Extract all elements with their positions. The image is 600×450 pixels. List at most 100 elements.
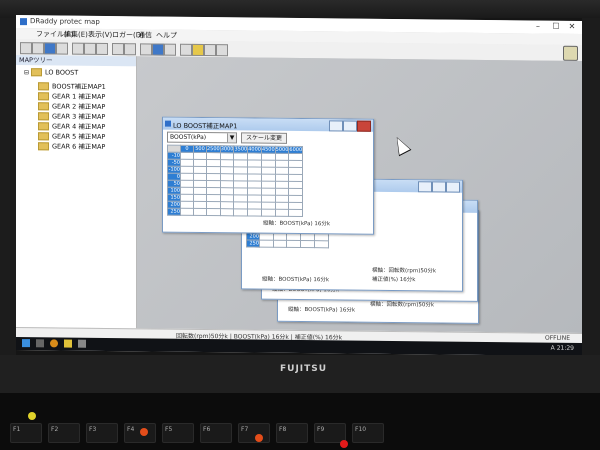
map-tree-header: MAPツリー (16, 55, 136, 67)
app-icon (20, 18, 27, 26)
keyboard-led (340, 440, 348, 448)
laptop-bezel-right (582, 18, 600, 358)
map-cell[interactable] (259, 240, 274, 248)
menu-view[interactable]: 表示(V) (88, 30, 112, 40)
map-cell[interactable] (220, 208, 234, 216)
copy-icon[interactable] (84, 42, 96, 55)
laptop-bezel-left (0, 18, 16, 358)
tree-item-gear1[interactable]: GEAR 1 補正MAP (38, 90, 105, 101)
mdi-workspace: 縦軸：BOOST(kPa) 16分k 横軸：回転数(rpm)50分k 縦軸：BO… (137, 56, 582, 333)
new-icon[interactable] (20, 42, 32, 55)
keyboard-led (255, 434, 263, 442)
key-f1[interactable]: F1 (10, 423, 42, 443)
menu-comm[interactable]: 通信 (138, 30, 152, 40)
axis-label-y: 縦軸：BOOST(kPa) 16分k (262, 276, 330, 284)
key-f5[interactable]: F5 (162, 423, 194, 443)
map-cell[interactable] (261, 209, 276, 217)
system-tray[interactable]: A 21:29 (551, 345, 574, 352)
explorer-icon[interactable] (64, 339, 72, 348)
map-cell[interactable] (206, 208, 221, 216)
laptop-brand: FUJITSU (280, 364, 328, 374)
graph-icon[interactable] (204, 44, 216, 57)
tree-item-gear6[interactable]: GEAR 6 補正MAP (38, 140, 105, 151)
map-cell[interactable] (286, 240, 301, 248)
table-row: 250 (167, 208, 303, 217)
user-avatar-icon[interactable] (563, 45, 578, 61)
column-header: 6000 (288, 146, 303, 154)
close-button[interactable] (446, 181, 460, 193)
tree-item-gear3[interactable]: GEAR 3 補正MAP (38, 110, 105, 121)
table-icon[interactable] (180, 43, 192, 56)
screen: DRaddy protec map – ☐ ✕ ファイル(F) 編集(E) 表示… (16, 15, 582, 356)
axis-label-y: 縦軸：BOOST(kPa) 16分k (263, 220, 331, 228)
axis-select[interactable]: BOOST(kPa) ▼ (167, 131, 237, 144)
row-header: 250 (246, 239, 260, 248)
cut-icon[interactable] (72, 42, 84, 55)
folder-icon (38, 92, 49, 101)
maximize-button[interactable] (432, 181, 446, 193)
minimize-button[interactable] (418, 181, 432, 193)
tree-item-boost-map1[interactable]: BOOST補正MAP1 (38, 80, 106, 91)
chevron-down-icon[interactable]: ▼ (227, 133, 236, 143)
settings-icon[interactable] (216, 44, 228, 57)
taskview-icon[interactable] (36, 339, 44, 348)
menu-help[interactable]: ヘルプ (156, 31, 177, 41)
print-icon[interactable] (56, 42, 68, 55)
input-language[interactable]: A (551, 345, 555, 352)
map-cell[interactable] (288, 209, 303, 217)
map-cell[interactable] (247, 208, 262, 217)
tree-root-label: LO BOOST (44, 68, 79, 77)
tree-item-gear4[interactable]: GEAR 4 補正MAP (38, 120, 105, 131)
tree-root[interactable]: ⊟ LO BOOST (24, 68, 78, 77)
maximize-button[interactable]: ☐ (548, 22, 564, 32)
map-cell[interactable] (275, 209, 289, 217)
undo-icon[interactable] (112, 43, 124, 56)
start-icon[interactable] (22, 339, 30, 348)
tree-item-label: GEAR 6 補正MAP (52, 142, 106, 151)
folder-icon (38, 142, 49, 151)
browser-icon[interactable] (50, 339, 58, 348)
map-tree-panel: MAPツリー ⊟ LO BOOST BOOST補正MAP1 GEAR 1 補正M… (16, 55, 137, 329)
column-header: 500 (193, 145, 207, 153)
tree-item-gear2[interactable]: GEAR 2 補正MAP (38, 100, 105, 111)
key-f2[interactable]: F2 (48, 423, 80, 443)
open-icon[interactable] (32, 42, 44, 55)
redo-icon[interactable] (124, 43, 136, 56)
folder-icon (38, 112, 49, 121)
map-cell[interactable] (273, 240, 287, 248)
save-icon[interactable] (44, 42, 56, 55)
chart-icon[interactable] (152, 43, 164, 56)
folder-icon (38, 132, 49, 141)
close-button[interactable] (357, 120, 371, 132)
map-window-lo-boost[interactable]: LO BOOST補正MAP1 BOOST(kPa) ▼ スケール変更 0 500 2… (162, 116, 374, 235)
row-header: -100 (167, 166, 181, 174)
map-grid[interactable]: 0 500 2500 3000 3500 4000 4500 5000 6000 -10 -50 -1… (167, 145, 303, 217)
key-f6[interactable]: F6 (200, 423, 232, 443)
column-header: 4000 (247, 145, 262, 154)
map-icon[interactable] (192, 43, 204, 57)
map-window-title: LO BOOST補正MAP1 (173, 121, 238, 131)
map-cell[interactable] (233, 208, 248, 216)
minimize-button[interactable]: – (530, 21, 546, 31)
axis-select-value: BOOST(kPa) (170, 133, 207, 142)
car-icon[interactable] (164, 43, 176, 56)
clock[interactable]: 21:29 (557, 345, 574, 352)
paste-icon[interactable] (96, 42, 108, 55)
map-cell[interactable] (314, 240, 329, 248)
map-cell[interactable] (300, 240, 315, 248)
grid-icon[interactable] (140, 43, 152, 56)
tree-item-gear5[interactable]: GEAR 5 補正MAP (38, 130, 105, 141)
close-button[interactable]: ✕ (564, 22, 580, 32)
app-icon-taskbar[interactable] (78, 339, 86, 348)
map-cell[interactable] (193, 208, 207, 216)
scale-change-button[interactable]: スケール変更 (241, 132, 287, 144)
map-cell[interactable] (180, 208, 194, 216)
key-f8[interactable]: F8 (276, 423, 308, 443)
menu-edit[interactable]: 編集(E) (64, 30, 88, 40)
maximize-button[interactable] (343, 120, 357, 132)
axis-label-y: 縦軸：BOOST(kPa) 16分k (288, 306, 356, 314)
key-f10[interactable]: F10 (352, 423, 384, 443)
minimize-button[interactable] (329, 120, 343, 132)
key-f3[interactable]: F3 (86, 423, 118, 443)
key-f7[interactable]: F7 (238, 423, 270, 443)
